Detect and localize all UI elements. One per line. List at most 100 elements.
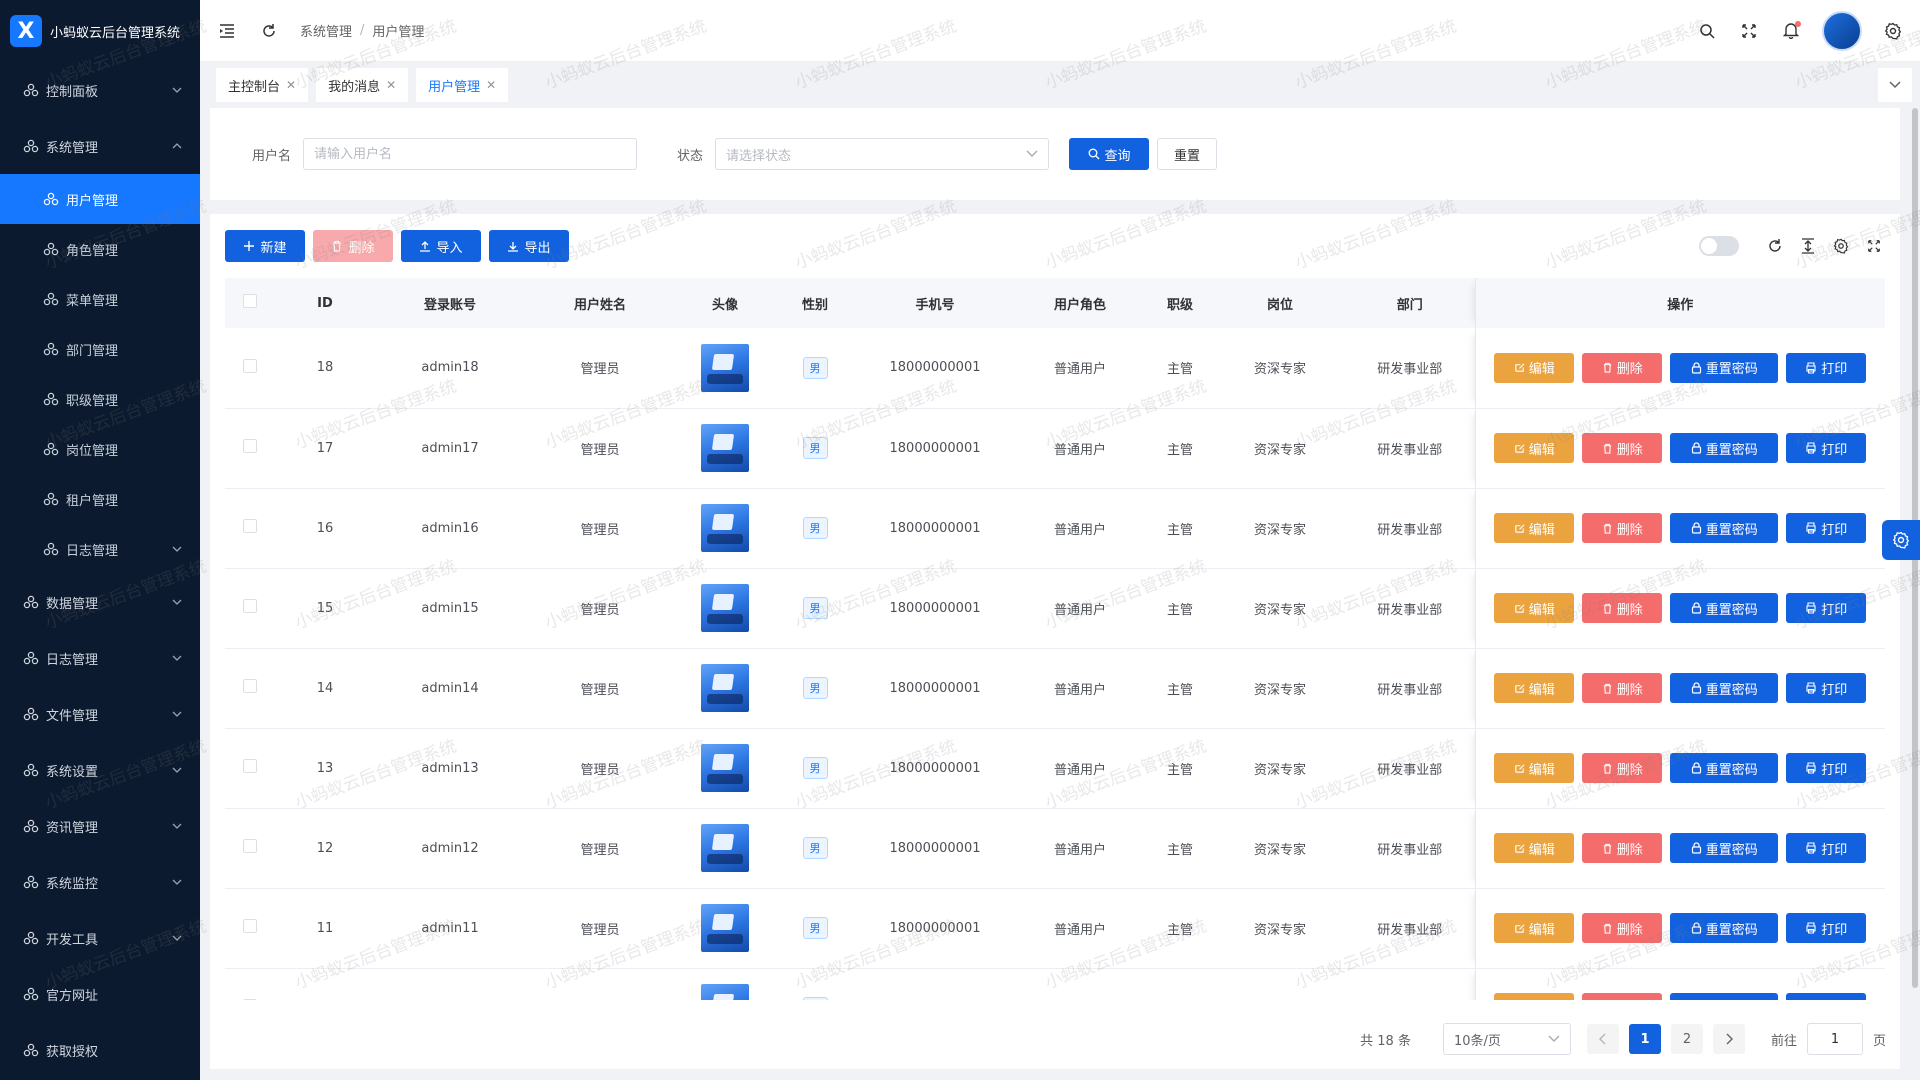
reset-password-button[interactable]: 重置密码 — [1670, 593, 1779, 623]
row-checkbox[interactable] — [243, 519, 257, 533]
sidebar-subitem[interactable]: 角色管理 — [0, 224, 200, 274]
row-checkbox[interactable] — [243, 759, 257, 773]
theme-settings-button[interactable] — [1882, 520, 1920, 560]
menu-fold-icon[interactable] — [216, 20, 238, 42]
delete-button[interactable]: 删除 — [1582, 913, 1663, 943]
avatar[interactable] — [1822, 10, 1862, 51]
row-checkbox[interactable] — [243, 839, 257, 853]
tabs-dropdown-button[interactable] — [1878, 68, 1912, 102]
sidebar-item[interactable]: 开发工具 — [0, 910, 200, 966]
next-page-button[interactable] — [1712, 1024, 1745, 1054]
reset-password-button[interactable]: 重置密码 — [1670, 433, 1779, 463]
user-avatar-image[interactable] — [701, 664, 749, 712]
reset-button[interactable]: 重置 — [1157, 138, 1218, 170]
edit-button[interactable]: 编辑 — [1494, 673, 1575, 703]
sidebar-item[interactable]: 获取授权 — [0, 1022, 200, 1078]
edit-button[interactable]: 编辑 — [1494, 352, 1575, 383]
page-button-1[interactable]: 1 — [1628, 1024, 1661, 1054]
bell-icon[interactable] — [1780, 20, 1802, 42]
fullscreen-icon[interactable] — [1867, 239, 1881, 253]
close-icon[interactable]: ✕ — [386, 78, 396, 92]
edit-button[interactable]: 编辑 — [1494, 513, 1575, 543]
sidebar-item[interactable]: 系统监控 — [0, 854, 200, 910]
reset-password-button[interactable]: 重置密码 — [1670, 352, 1779, 383]
print-button[interactable]: 打印 — [1786, 753, 1867, 783]
page-scrollbar[interactable] — [1912, 108, 1918, 1068]
user-avatar-image[interactable] — [701, 504, 749, 552]
column-height-icon[interactable] — [1801, 238, 1815, 254]
reset-password-button[interactable]: 重置密码 — [1670, 753, 1779, 783]
delete-button[interactable]: 删除 — [1582, 433, 1663, 463]
user-avatar-image[interactable] — [701, 424, 749, 472]
export-button[interactable]: 导出 — [489, 230, 569, 262]
row-checkbox[interactable] — [243, 358, 257, 373]
logo[interactable]: X 小蚂蚁云后台管理系统 — [0, 0, 200, 62]
select-all-header[interactable] — [225, 278, 275, 328]
delete-button[interactable]: 删除 — [1582, 352, 1663, 383]
sidebar-subitem[interactable]: 岗位管理 — [0, 424, 200, 474]
status-select[interactable]: 请选择状态 — [715, 138, 1050, 170]
search-icon[interactable] — [1696, 20, 1718, 42]
reset-password-button[interactable]: 重置密码 — [1670, 833, 1779, 863]
select-all-checkbox[interactable] — [243, 294, 257, 308]
row-checkbox[interactable] — [243, 679, 257, 693]
edit-button[interactable]: 编辑 — [1494, 433, 1575, 463]
add-button[interactable]: 新建 — [225, 230, 305, 262]
user-avatar-image[interactable] — [701, 343, 749, 392]
delete-button[interactable]: 删除 — [1582, 513, 1663, 543]
close-icon[interactable]: ✕ — [486, 78, 496, 92]
print-button[interactable]: 打印 — [1786, 993, 1867, 1000]
stripe-toggle[interactable] — [1699, 236, 1739, 256]
sidebar-item[interactable]: 资讯管理 — [0, 798, 200, 854]
query-button[interactable]: 查询 — [1069, 138, 1150, 170]
print-button[interactable]: 打印 — [1786, 673, 1867, 703]
batch-delete-button[interactable]: 删除 — [313, 230, 393, 262]
print-button[interactable]: 打印 — [1786, 833, 1867, 863]
fullscreen-icon[interactable] — [1738, 20, 1760, 42]
prev-page-button[interactable] — [1586, 1024, 1619, 1054]
tab-dashboard[interactable]: 主控制台 ✕ — [216, 68, 309, 102]
refresh-icon[interactable] — [258, 20, 280, 42]
sidebar-subitem[interactable]: 日志管理 — [0, 524, 200, 574]
delete-button[interactable]: 删除 — [1582, 673, 1663, 703]
sidebar-subitem[interactable]: 租户管理 — [0, 474, 200, 524]
delete-button[interactable]: 删除 — [1582, 993, 1663, 1000]
user-avatar-image[interactable] — [701, 904, 749, 952]
delete-button[interactable]: 删除 — [1582, 753, 1663, 783]
column-settings-icon[interactable] — [1833, 238, 1849, 254]
page-size-select[interactable]: 10条/页 — [1442, 1023, 1571, 1055]
print-button[interactable]: 打印 — [1786, 513, 1867, 543]
row-checkbox[interactable] — [243, 999, 257, 1000]
sidebar-item[interactable]: 系统管理 — [0, 118, 200, 174]
print-button[interactable]: 打印 — [1786, 913, 1867, 943]
delete-button[interactable]: 删除 — [1582, 593, 1663, 623]
edit-button[interactable]: 编辑 — [1494, 833, 1575, 863]
print-button[interactable]: 打印 — [1786, 593, 1867, 623]
sidebar-subitem[interactable]: 用户管理 — [0, 174, 200, 224]
sidebar-item[interactable]: 控制面板 — [0, 62, 200, 118]
reset-password-button[interactable]: 重置密码 — [1670, 913, 1779, 943]
sidebar-item[interactable]: 日志管理 — [0, 630, 200, 686]
sidebar-item[interactable]: 数据管理 — [0, 574, 200, 630]
user-avatar-image[interactable] — [701, 984, 749, 1000]
sidebar-item[interactable]: 官方网址 — [0, 966, 200, 1022]
row-checkbox[interactable] — [243, 439, 257, 453]
row-checkbox[interactable] — [243, 599, 257, 613]
edit-button[interactable]: 编辑 — [1494, 913, 1575, 943]
user-avatar-image[interactable] — [701, 584, 749, 632]
print-button[interactable]: 打印 — [1786, 352, 1867, 383]
close-icon[interactable]: ✕ — [286, 78, 296, 92]
edit-button[interactable]: 编辑 — [1494, 753, 1575, 783]
page-button-2[interactable]: 2 — [1670, 1024, 1703, 1054]
reset-password-button[interactable]: 重置密码 — [1670, 673, 1779, 703]
username-input[interactable] — [303, 138, 638, 170]
sidebar-subitem[interactable]: 菜单管理 — [0, 274, 200, 324]
sidebar-subitem[interactable]: 职级管理 — [0, 374, 200, 424]
row-checkbox[interactable] — [243, 919, 257, 933]
goto-page-input[interactable] — [1806, 1023, 1863, 1055]
settings-icon[interactable] — [1882, 20, 1904, 42]
edit-button[interactable]: 编辑 — [1494, 993, 1575, 1000]
sidebar-subitem[interactable]: 部门管理 — [0, 324, 200, 374]
user-avatar-image[interactable] — [701, 824, 749, 872]
tab-user-management[interactable]: 用户管理 ✕ — [416, 68, 509, 102]
